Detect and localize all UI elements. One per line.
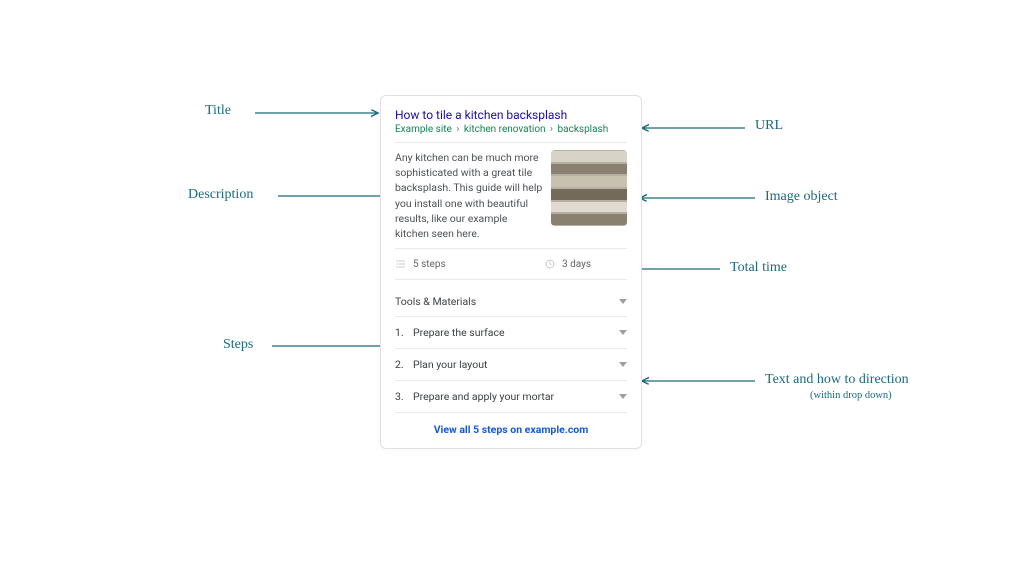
- total-time: 3 days: [562, 259, 591, 270]
- divider: [395, 142, 627, 143]
- annotation-url: URL: [755, 118, 783, 134]
- tools-materials-row[interactable]: Tools & Materials: [395, 287, 627, 316]
- result-body: Any kitchen can be much more sophisticat…: [395, 150, 627, 241]
- step-number: 1.: [395, 326, 413, 339]
- chevron-down-icon: [619, 330, 627, 335]
- diagram-canvas: Title URL Description Image object Total…: [0, 0, 1024, 576]
- crumb-1: Example site: [395, 124, 452, 135]
- result-image: [551, 150, 627, 226]
- result-meta-row: 5 steps 3 days: [395, 256, 627, 272]
- annotation-title: Title: [205, 103, 231, 119]
- step-number: 2.: [395, 358, 413, 371]
- view-all-link[interactable]: View all 5 steps on example.com: [395, 412, 627, 438]
- clock-icon: [544, 258, 556, 270]
- annotation-howto: Text and how to direction: [765, 372, 909, 388]
- crumb-3: backsplash: [558, 124, 609, 135]
- result-title[interactable]: How to tile a kitchen backsplash: [395, 108, 627, 122]
- step-number: 3.: [395, 390, 413, 403]
- chevron-down-icon: [619, 299, 627, 304]
- divider: [395, 248, 627, 249]
- crumb-2: kitchen renovation: [464, 124, 546, 135]
- annotation-image: Image object: [765, 189, 838, 205]
- step-label: Prepare the surface: [413, 326, 619, 339]
- result-description: Any kitchen can be much more sophisticat…: [395, 150, 543, 241]
- list-icon: [395, 258, 407, 270]
- crumb-sep: ›: [548, 124, 555, 135]
- crumb-sep: ›: [454, 124, 461, 135]
- result-breadcrumb[interactable]: Example site › kitchen renovation › back…: [395, 124, 627, 135]
- chevron-down-icon: [619, 362, 627, 367]
- step-row[interactable]: 1. Prepare the surface: [395, 316, 627, 348]
- annotation-howto-sub: (within drop down): [810, 390, 892, 401]
- annotation-description: Description: [188, 187, 253, 203]
- annotation-total-time: Total time: [730, 260, 787, 276]
- howto-rich-result-card: How to tile a kitchen backsplash Example…: [380, 95, 642, 449]
- step-label: Prepare and apply your mortar: [413, 390, 619, 403]
- chevron-down-icon: [619, 394, 627, 399]
- step-row[interactable]: 2. Plan your layout: [395, 348, 627, 380]
- divider: [395, 279, 627, 280]
- steps-list: 1. Prepare the surface 2. Plan your layo…: [395, 316, 627, 412]
- annotation-steps: Steps: [223, 337, 253, 353]
- step-row[interactable]: 3. Prepare and apply your mortar: [395, 380, 627, 412]
- step-label: Plan your layout: [413, 358, 619, 371]
- steps-count: 5 steps: [413, 259, 446, 270]
- tools-materials-label: Tools & Materials: [395, 295, 619, 308]
